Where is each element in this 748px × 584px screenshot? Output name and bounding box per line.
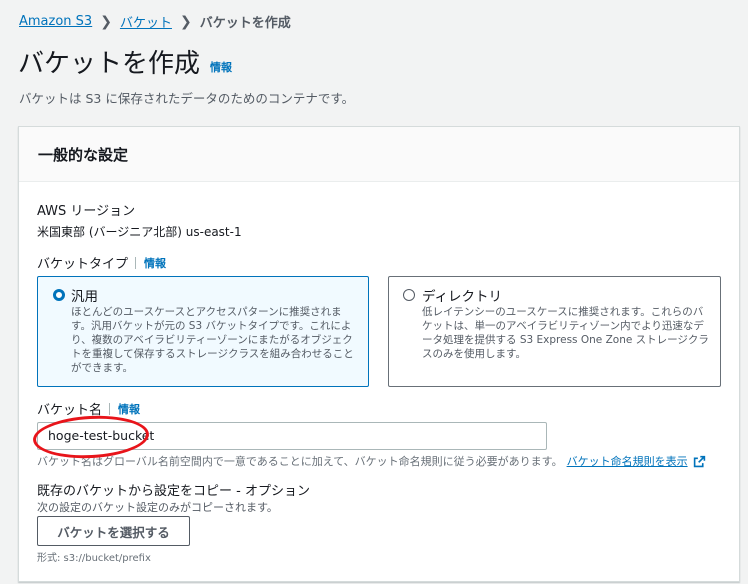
page-title-row: バケットを作成 情報 <box>18 48 232 80</box>
radio-directory[interactable] <box>403 289 415 301</box>
region-label: AWS リージョン <box>37 204 136 219</box>
copy-settings-title: 既存のバケットから設定をコピー - オプション <box>37 484 310 499</box>
bucket-type-general-purpose-tile[interactable]: 汎用 ほとんどのユースケースとアクセスパターンに推奨されます。汎用バケットが元の… <box>37 276 369 387</box>
copy-settings-format: 形式: s3://bucket/prefix <box>37 553 151 564</box>
page-info-link[interactable]: 情報 <box>210 59 232 75</box>
tile-desc-directory: 低レイテンシーのユースケースに推奨されます。これらのバケットは、単一のアベイラビ… <box>422 306 709 360</box>
breadcrumb-buckets-link[interactable]: バケット <box>120 12 172 31</box>
bucket-name-hint: バケット名はグローバル名前空間内で一意であることに加えて、バケット命名規則に従う… <box>37 453 706 469</box>
radio-general-purpose[interactable] <box>53 289 65 301</box>
label-divider <box>109 402 111 415</box>
panel-header: 一般的な設定 <box>19 127 739 182</box>
general-settings-panel: 一般的な設定 AWS リージョン 米国東部 (バージニア北部) us-east-… <box>18 126 740 582</box>
choose-bucket-button[interactable]: バケットを選択する <box>37 516 190 546</box>
label-divider <box>135 256 137 269</box>
bucket-type-label: バケットタイプ 情報 <box>37 253 166 272</box>
tile-title-directory: ディレクトリ <box>422 289 503 305</box>
region-value: 米国東部 (バージニア北部) us-east-1 <box>37 225 242 239</box>
chevron-right-icon: ❯ <box>179 13 192 30</box>
bucket-naming-rules-link[interactable]: バケット命名規則を表示 <box>567 453 688 469</box>
bucket-name-input[interactable]: hoge-test-bucket <box>37 422 547 450</box>
tile-desc-general-purpose: ほとんどのユースケースとアクセスパターンに推奨されます。汎用バケットが元の S3… <box>71 306 354 374</box>
external-link-icon[interactable] <box>693 455 706 468</box>
bucket-type-label-text: バケットタイプ <box>37 257 129 272</box>
bucket-name-hint-text: バケット名はグローバル名前空間内で一意であることに加えて、バケット命名規則に従う… <box>37 455 563 468</box>
bucket-name-label-text: バケット名 <box>37 403 103 418</box>
chevron-right-icon: ❯ <box>100 13 112 30</box>
breadcrumb: Amazon S3 ❯ バケット ❯ バケットを作成 <box>19 12 291 32</box>
copy-settings-desc: 次の設定のバケット設定のみがコピーされます。 <box>37 501 278 514</box>
panel-title: 一般的な設定 <box>38 146 129 164</box>
bucket-name-label: バケット名 情報 <box>37 399 140 418</box>
page-description: バケットは S3 に保存されたデータのためのコンテナです。 <box>19 91 355 106</box>
tile-title-general-purpose: 汎用 <box>71 289 98 305</box>
breadcrumb-amazon-s3-link[interactable]: Amazon S3 <box>19 14 92 29</box>
bucket-type-info-link[interactable]: 情報 <box>144 255 166 271</box>
page-title: バケットを作成 <box>18 49 201 79</box>
bucket-name-info-link[interactable]: 情報 <box>118 401 140 417</box>
breadcrumb-current: バケットを作成 <box>199 16 291 31</box>
bucket-type-directory-tile[interactable]: ディレクトリ 低レイテンシーのユースケースに推奨されます。これらのバケットは、単… <box>388 276 721 387</box>
